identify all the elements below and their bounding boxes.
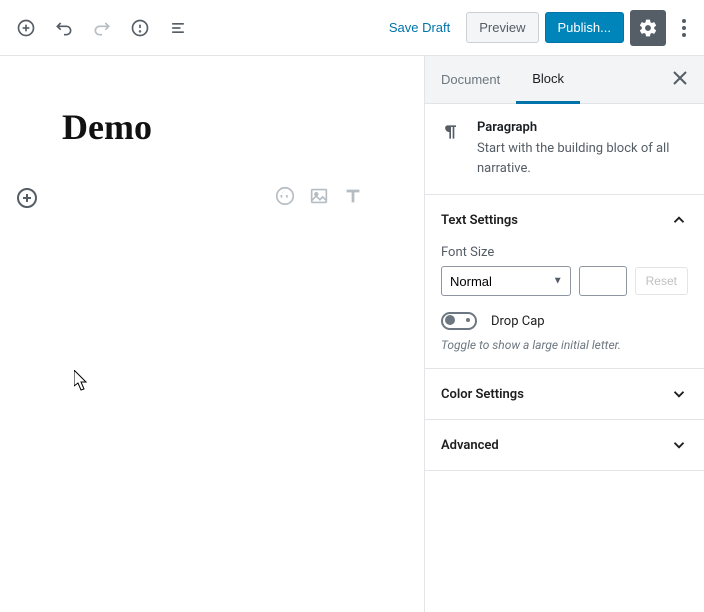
quote-icon[interactable] (274, 185, 296, 211)
paragraph-icon (441, 122, 461, 178)
block-placeholder-row (50, 178, 384, 218)
settings-toggle-button[interactable] (630, 10, 666, 46)
font-size-custom-input[interactable] (579, 266, 627, 296)
drop-cap-toggle[interactable] (441, 312, 477, 330)
publish-button[interactable]: Publish... (545, 12, 624, 43)
editor-canvas[interactable]: Demo (0, 56, 424, 612)
image-icon[interactable] (308, 185, 330, 211)
mouse-cursor-icon (74, 370, 90, 392)
toolbar-right-group: Save Draft Preview Publish... (379, 10, 696, 46)
font-size-select[interactable]: Normal (441, 266, 571, 296)
font-size-label: Font Size (441, 245, 688, 260)
content-structure-button[interactable] (122, 10, 158, 46)
more-vertical-icon (682, 19, 686, 37)
block-info-text: Paragraph Start with the building block … (477, 120, 688, 178)
drop-cap-row: Drop Cap (441, 312, 688, 330)
toggle-knob (445, 315, 455, 325)
toolbar-left-group (8, 10, 196, 46)
font-size-reset-button[interactable]: Reset (635, 267, 688, 295)
block-type-suggestions (274, 185, 384, 211)
panel-advanced: Advanced (425, 420, 704, 471)
main-area: Demo Document Block Parag (0, 56, 704, 612)
panel-title: Text Settings (441, 213, 518, 228)
heading-icon[interactable] (342, 185, 364, 211)
insert-block-inline-button[interactable] (15, 186, 39, 210)
save-draft-button[interactable]: Save Draft (379, 12, 460, 43)
block-name: Paragraph (477, 120, 688, 135)
top-toolbar: Save Draft Preview Publish... (0, 0, 704, 56)
post-title[interactable]: Demo (62, 106, 384, 148)
panel-body-text-settings: Font Size Normal ▼ Reset (425, 245, 704, 368)
close-icon (673, 71, 687, 85)
tab-block[interactable]: Block (516, 56, 580, 104)
block-navigation-button[interactable] (160, 10, 196, 46)
drop-cap-label: Drop Cap (491, 314, 545, 329)
panel-header-advanced[interactable]: Advanced (425, 420, 704, 470)
panel-header-color-settings[interactable]: Color Settings (425, 369, 704, 419)
settings-sidebar: Document Block Paragraph Start with the … (424, 56, 704, 612)
panel-title: Color Settings (441, 387, 524, 402)
panel-text-settings: Text Settings Font Size Normal ▼ Reset (425, 195, 704, 369)
font-size-select-wrap: Normal ▼ (441, 266, 571, 296)
sidebar-tabs: Document Block (425, 56, 704, 104)
panel-title: Advanced (441, 438, 499, 453)
chevron-up-icon (670, 211, 688, 229)
preview-button[interactable]: Preview (466, 12, 538, 43)
toggle-indicator (466, 318, 470, 322)
undo-button[interactable] (46, 10, 82, 46)
tab-document[interactable]: Document (425, 56, 516, 104)
more-options-button[interactable] (672, 10, 696, 46)
block-description: Start with the building block of all nar… (477, 139, 688, 178)
font-size-row: Normal ▼ Reset (441, 266, 688, 296)
add-block-button[interactable] (8, 10, 44, 46)
close-sidebar-button[interactable] (660, 60, 700, 100)
chevron-down-icon (670, 436, 688, 454)
panel-color-settings: Color Settings (425, 369, 704, 420)
block-info: Paragraph Start with the building block … (425, 104, 704, 195)
chevron-down-icon (670, 385, 688, 403)
gear-icon (638, 18, 658, 38)
panel-header-text-settings[interactable]: Text Settings (425, 195, 704, 245)
redo-button[interactable] (84, 10, 120, 46)
drop-cap-help: Toggle to show a large initial letter. (441, 338, 688, 352)
